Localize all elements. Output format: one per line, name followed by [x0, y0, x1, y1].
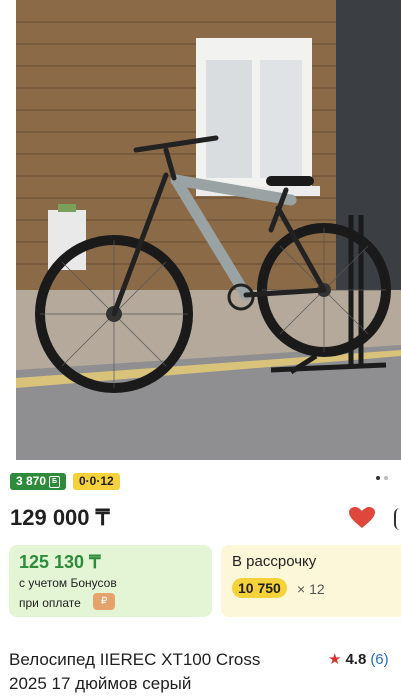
bonus-badge: 3 870 Б [10, 473, 67, 490]
product-price: 129 000 ₸ [10, 505, 110, 530]
carousel-dot-active[interactable] [376, 476, 380, 480]
payment-icon: ₽ [93, 593, 115, 610]
product-rating[interactable]: ★ 4.8 (6) [328, 650, 389, 669]
reviews-count[interactable]: (6) [370, 651, 388, 668]
installment-multiplier: × 12 [297, 581, 325, 597]
bonus-icon: Б [49, 475, 61, 488]
star-icon: ★ [328, 651, 342, 668]
installment-amount: 10 750 [232, 578, 287, 598]
installment-title: В рассрочку [232, 553, 317, 570]
bonus-price-card[interactable]: 125 130 ₸ с учетом Бонусов при оплате ₽ [9, 545, 212, 617]
bonus-note: с учетом Бонусов [19, 576, 117, 590]
installment-badge: 0·0·12 [73, 473, 120, 490]
installment-card[interactable]: В рассрочку 10 750 × 12 [221, 545, 401, 617]
bonus-price: 125 130 ₸ [19, 552, 101, 572]
favorite-heart-icon[interactable] [348, 506, 376, 530]
carousel-dot[interactable] [384, 476, 388, 480]
bicycle-image [16, 0, 401, 460]
carousel-indicator[interactable] [376, 476, 388, 480]
product-photo[interactable] [16, 0, 401, 460]
product-title-line2: 2025 17 дюймов серый [9, 674, 192, 693]
bonus-badge-value: 3 870 [16, 474, 47, 488]
bonus-payment-note: при оплате [19, 596, 81, 610]
product-title: Велосипед IIEREC XT100 Cross [9, 650, 261, 669]
rating-value: 4.8 [345, 650, 367, 668]
compare-icon[interactable] [394, 508, 401, 530]
